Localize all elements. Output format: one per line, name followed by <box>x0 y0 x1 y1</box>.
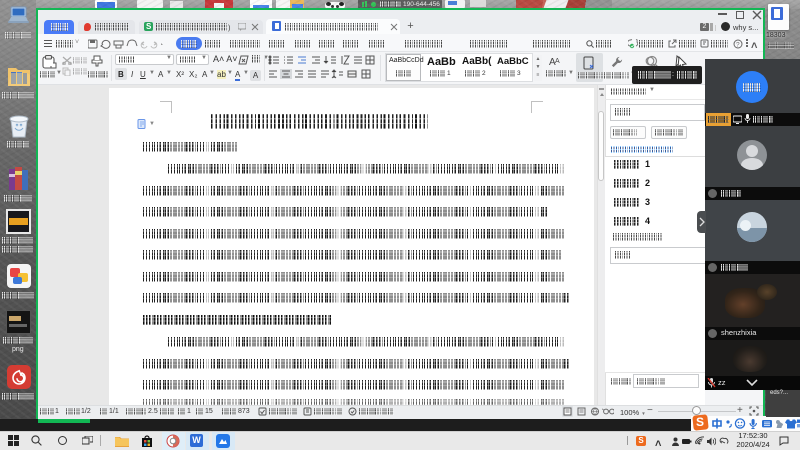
svg-text:?: ? <box>736 41 740 48</box>
svg-text:A: A <box>555 58 560 65</box>
